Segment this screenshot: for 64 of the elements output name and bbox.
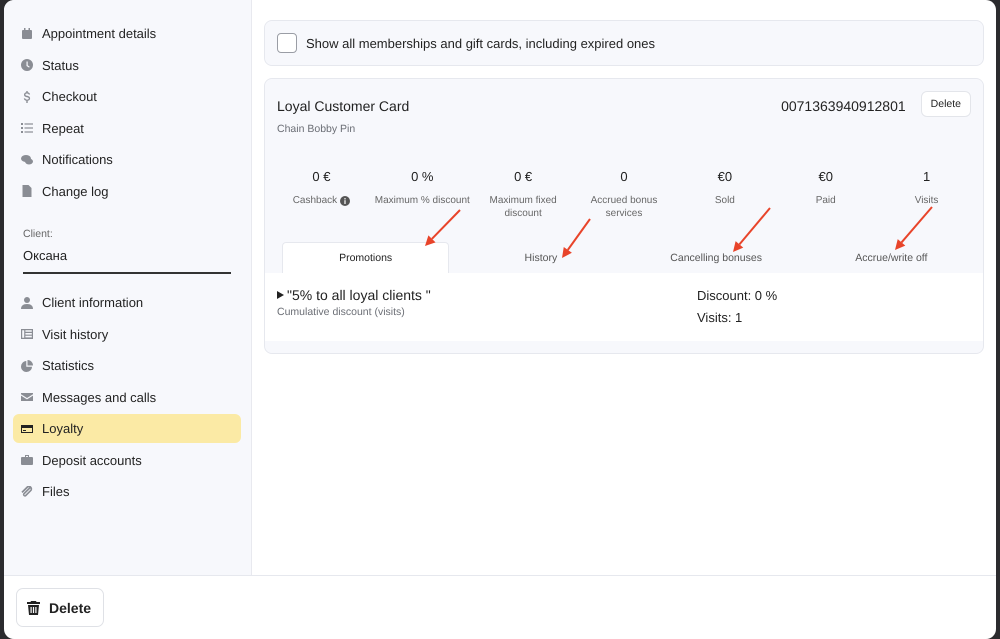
chat-bubbles-icon <box>21 154 33 166</box>
annotation-arrow <box>425 209 461 246</box>
dollar-icon <box>21 90 33 102</box>
sidebar-item[interactable]: Loyalty <box>13 414 241 443</box>
sidebar-item[interactable]: Messages and calls <box>13 382 241 412</box>
stat-value: 0 € <box>312 169 330 184</box>
stat-label: Accrued bonus services <box>590 194 658 220</box>
credit-card-icon <box>21 422 33 434</box>
stat-value: 0 <box>620 169 628 184</box>
promotion-detail: Visits: 1 <box>697 310 744 325</box>
stat-value: 0 € <box>514 169 532 184</box>
sidebar-item[interactable]: Statistics <box>13 351 241 380</box>
tab[interactable]: Accrue/write off <box>808 242 975 273</box>
table-icon <box>21 328 33 340</box>
clock-icon <box>21 59 33 71</box>
trash-icon <box>27 600 40 614</box>
sidebar-item[interactable]: Appointment details <box>13 19 241 48</box>
stat-value: €0 <box>718 169 732 184</box>
tab[interactable]: Promotions <box>282 242 450 273</box>
info-icon[interactable] <box>340 196 350 206</box>
checkbox-label: Show all memberships and gift cards, including expired ones <box>306 36 656 50</box>
briefcase-icon <box>21 454 33 466</box>
stat-value: €0 <box>818 169 833 184</box>
stat-label: Visits <box>914 194 938 207</box>
stat-label: Maximum % discount <box>374 194 470 207</box>
stat-label: Paid <box>816 194 836 207</box>
stat-value: 0 % <box>411 169 434 184</box>
card-number: 0071363940912801 <box>781 97 906 114</box>
sidebar-item[interactable]: Client information <box>13 288 241 317</box>
client-label: Client: <box>23 228 54 240</box>
delete-button[interactable]: Delete <box>920 91 971 117</box>
expand-caret-icon[interactable] <box>277 291 284 299</box>
sidebar-item[interactable]: Visit history <box>13 320 241 348</box>
list-icon <box>21 122 33 134</box>
annotation-arrow <box>895 206 933 250</box>
sidebar-item[interactable]: Checkout <box>13 82 241 111</box>
sidebar-item[interactable]: Notifications <box>13 145 241 174</box>
paperclip-icon <box>21 486 33 498</box>
card-title: Loyal Customer Card <box>277 98 410 114</box>
sidebar-item[interactable]: Repeat <box>13 114 241 142</box>
stat-label: Sold <box>714 194 735 207</box>
sidebar-item[interactable]: Deposit accounts <box>13 446 241 474</box>
tab[interactable]: Cancelling bonuses <box>632 242 800 273</box>
annotation-arrow <box>562 218 591 258</box>
delete-button[interactable]: Delete <box>16 588 104 627</box>
promotion-type: Cumulative discount (visits) <box>277 306 406 318</box>
document-icon <box>21 185 33 197</box>
calendar-icon <box>21 28 33 40</box>
stat-label: Maximum fixed discount <box>488 194 558 220</box>
pie-chart-icon <box>21 360 33 372</box>
sidebar-item[interactable]: Change log <box>13 176 241 206</box>
stat-label: Cashback <box>292 194 338 207</box>
tab[interactable]: History <box>457 242 624 273</box>
card-subtitle: Chain Bobby Pin <box>277 123 356 135</box>
user-icon <box>21 296 33 308</box>
client-field[interactable]: Оксана <box>23 240 231 274</box>
sidebar-item[interactable]: Status <box>13 50 241 80</box>
promotion-detail: Discount: 0 % <box>697 288 778 303</box>
envelope-icon <box>21 391 33 403</box>
annotation-arrow <box>733 207 771 252</box>
promotion-name: "5% to all loyal clients " <box>287 287 431 303</box>
sidebar-item[interactable]: Files <box>13 477 241 506</box>
stat-value: 1 <box>922 169 930 184</box>
checkbox[interactable] <box>277 33 297 53</box>
